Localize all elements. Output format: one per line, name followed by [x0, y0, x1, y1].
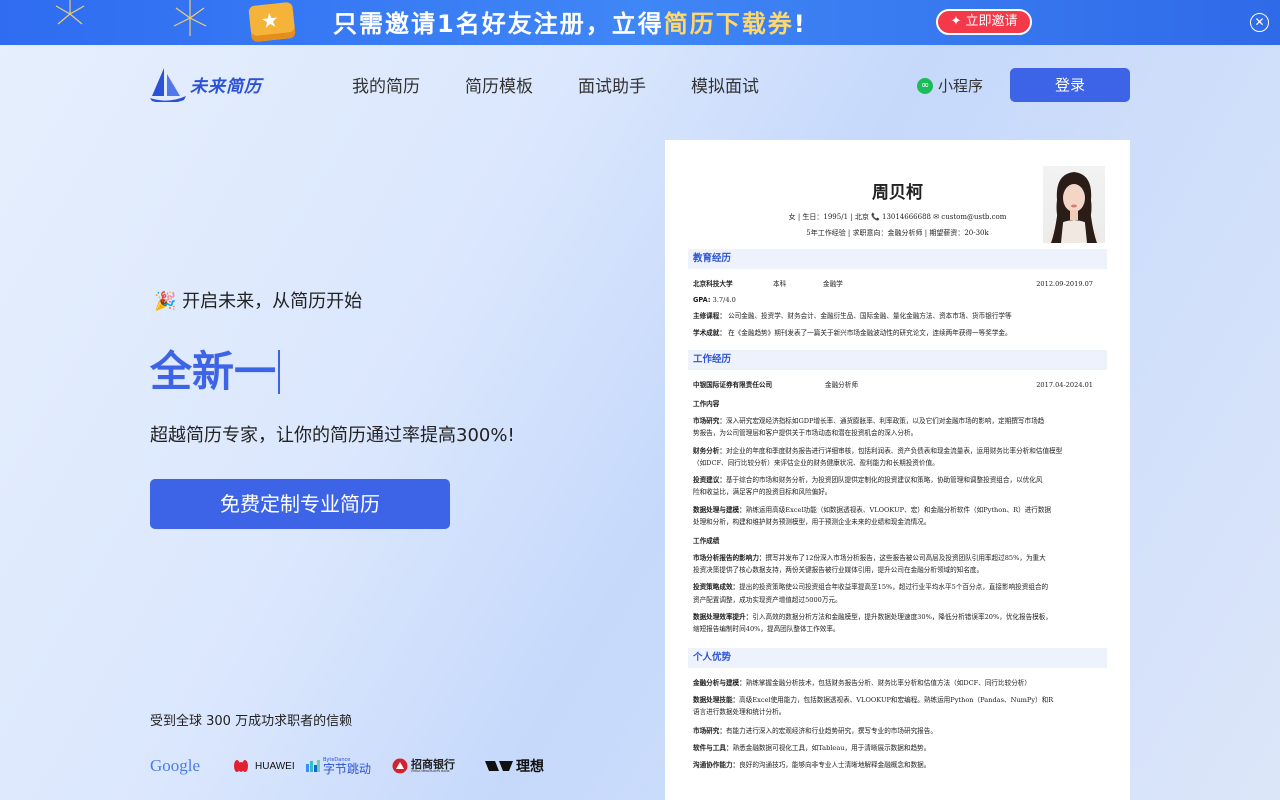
edu-date: 2012.09-2019.07: [1036, 280, 1093, 288]
edu-gpa: GPA: 3.7/4.0: [693, 296, 736, 304]
list-item: 投资决策提供了核心数据支持，两份关键报告被行业媒体引用，提升公司在金融分析领域的…: [693, 566, 984, 574]
nav-interview-assistant[interactable]: 面试助手: [578, 72, 646, 97]
work-date: 2017.04-2024.01: [1036, 381, 1093, 389]
lixiang-mark-icon: [485, 761, 513, 771]
hero-title: 全新一: [150, 338, 281, 399]
nav-my-resume[interactable]: 我的简历: [352, 72, 420, 97]
work-content-label: 工作内容: [693, 400, 720, 408]
list-item: 势报告，为公司管理层和客户提供关于市场动态和潜在投资机会的深入分析。: [693, 429, 918, 437]
resume-preview[interactable]: 周贝柯 女 | 生日：1995/1 | 北京 📞 13014666688 ✉ c…: [665, 140, 1130, 800]
edu-honor: 学术成就： 在《金融趋势》期刊发表了一篇关于新兴市场金融波动性的研究论文，连续两…: [693, 329, 1012, 337]
bytedance-logo: ByteDance 字节跳动: [306, 754, 371, 778]
bytedance-bars-icon: [306, 760, 320, 772]
site-logo[interactable]: 未来简历: [150, 66, 262, 102]
mini-program-link[interactable]: ∞ 小程序: [917, 75, 983, 96]
cmb-logo: 招商银行 CHINA MERCHANTS BANK: [392, 754, 455, 778]
avatar: [1043, 166, 1105, 243]
list-item: 市场研究：有能力进行深入的宏观经济和行业趋势研究，撰写专业的市场研究报告。: [693, 727, 937, 735]
lixiang-logo: 理想: [485, 754, 544, 778]
work-company-row: 中银国际证券有限责任公司 金融分析师: [693, 381, 858, 389]
invite-button[interactable]: ✦ 立即邀请: [936, 9, 1032, 35]
nav-resume-templates[interactable]: 简历模板: [465, 72, 533, 97]
list-item: 语言进行数据处理和统计分析。: [693, 708, 786, 716]
close-icon[interactable]: ✕: [1250, 13, 1269, 32]
list-item: 数据处理技能：高级Excel使用能力，包括数据透视表、VLOOKUP和宏编程。熟…: [693, 696, 1054, 704]
fireworks-decoration: [55, 0, 207, 36]
hero-tagline: 🎉 开启未来，从简历开始: [154, 291, 363, 312]
list-item: 数据处理与建模：熟练运用高级Excel功能（如数据透视表、VLOOKUP、宏）和…: [693, 506, 1052, 514]
typing-caret: [278, 350, 281, 394]
hero-subtitle: 超越简历专家，让你的简历通过率提高300%!: [150, 425, 515, 446]
mini-program-icon: ∞: [917, 77, 933, 94]
list-item: 资产配置调整，成功实现资产增值超过5000万元。: [693, 596, 842, 604]
list-item: 金融分析与建模：熟练掌握金融分析技术，包括财务报告分析、财务比率分析和估值方法（…: [693, 679, 1031, 687]
promo-banner[interactable]: ★ 只需邀请1名好友注册，立得简历下载券! ✦ 立即邀请 ✕: [0, 0, 1280, 45]
login-button[interactable]: 登录: [1010, 68, 1130, 102]
google-logo: Google: [150, 756, 201, 775]
section-advantages: 个人优势: [688, 648, 1107, 668]
create-resume-button[interactable]: 免费定制专业简历: [150, 479, 450, 529]
section-education: 教育经历: [688, 249, 1107, 269]
list-item: 险和收益比，满足客户的投资目标和风险偏好。: [693, 488, 832, 496]
cmb-icon: [392, 758, 408, 774]
sailboat-logo-icon: [150, 68, 186, 102]
list-item: 缩短报告编制时间40%，提高团队整体工作效率。: [693, 625, 840, 633]
nav-mock-interview[interactable]: 模拟面试: [691, 72, 759, 97]
work-result-label: 工作成绩: [693, 537, 720, 545]
party-popper-icon: 🎉: [154, 291, 177, 312]
list-item: 投资策略成效：提出的投资策略使公司投资组合年收益率提高至15%，超过行业平均水平…: [693, 583, 1049, 591]
list-item: 软件与工具：熟悉金融数据可视化工具，如Tableau，用于清晰展示数据和趋势。: [693, 744, 931, 752]
ticket-icon: ★: [248, 1, 296, 43]
list-item: 数据处理效率提升：引入高效的数据分析方法和金融模型，提升数据处理速度30%，降低…: [693, 613, 1052, 621]
logo-text: 未来简历: [190, 76, 262, 97]
mini-program-label: 小程序: [938, 77, 984, 95]
list-item: 处理和分析，构建和维护财务预测模型，用于预测企业未来的业绩和现金流情况。: [693, 518, 931, 526]
edu-school-row: 北京科技大学 本科 金融学: [693, 280, 843, 288]
list-item: 市场研究：深入研究宏观经济指标如GDP增长率、通货膨胀率、利率政策，以及它们对金…: [693, 417, 1045, 425]
edu-courses: 主修课程： 公司金融、投资学、财务会计、金融衍生品、国际金融、量化金融方法、资本…: [693, 312, 1012, 320]
list-item: 市场分析报告的影响力：撰写并发布了12份深入市场分析报告，这些报告被公司高层及投…: [693, 554, 1046, 562]
promo-text: 只需邀请1名好友注册，立得简历下载券!: [333, 10, 807, 38]
list-item: 沟通协作能力：良好的沟通技巧，能够向非专业人士清晰地解释金融概念和数据。: [693, 761, 931, 769]
trust-text: 受到全球 300 万成功求职者的信赖: [150, 714, 353, 729]
list-item: 财务分析：对企业的年度和季度财务报告进行详细审核，包括利润表、资产负债表和现金流…: [693, 447, 1063, 455]
list-item: （如DCF、同行比较分析）来评估企业的财务健康状况、盈利能力和长期投资价值。: [693, 459, 939, 467]
huawei-logo: HUAWEI: [230, 754, 295, 778]
main-nav: 我的简历 简历模板 面试助手 模拟面试: [352, 72, 804, 97]
list-item: 投资建议：基于综合的市场和财务分析，为投资团队提供定制化的投资建议和策略，协助管…: [693, 476, 1043, 484]
section-work: 工作经历: [688, 350, 1107, 370]
huawei-petal-icon: [234, 760, 248, 772]
